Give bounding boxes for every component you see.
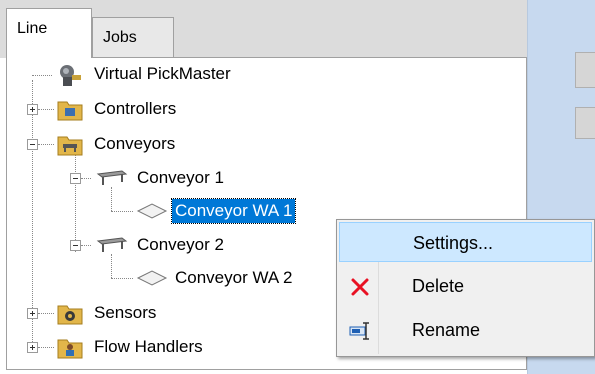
tree-line — [111, 278, 133, 279]
menu-item-rename[interactable]: Rename — [339, 310, 592, 350]
tree-line — [75, 152, 76, 252]
menu-item-delete[interactable]: Delete — [339, 266, 592, 306]
tree-node-conveyor-wa-2[interactable]: Conveyor WA 2 — [136, 266, 295, 290]
tree-line — [111, 211, 133, 212]
tree-node-flow-handlers[interactable]: Flow Handlers — [57, 335, 206, 359]
workarea-icon — [136, 270, 168, 286]
tree-node-virtual-pickmaster[interactable]: Virtual PickMaster — [57, 62, 234, 86]
tree-line — [38, 347, 54, 348]
conveyor-icon — [96, 170, 128, 185]
tree-line — [81, 245, 91, 246]
tree-line — [38, 144, 54, 145]
context-menu: Settings... Delete Rename — [336, 219, 595, 357]
flow-handler-icon — [57, 339, 83, 359]
conveyor-icon — [96, 237, 128, 252]
collapse-conveyor2-icon[interactable] — [70, 240, 81, 251]
tree-node-controllers[interactable]: Controllers — [57, 97, 179, 121]
tree-line — [32, 75, 52, 76]
menu-item-settings[interactable]: Settings... — [339, 222, 592, 262]
tree-line — [111, 254, 112, 278]
tree-node-conveyor-1[interactable]: Conveyor 1 — [94, 166, 227, 190]
tree-node-sensors[interactable]: Sensors — [57, 301, 159, 325]
expand-controllers-icon[interactable] — [27, 104, 38, 115]
tab-line[interactable]: Line — [6, 8, 92, 58]
x-icon — [351, 278, 369, 296]
robot-icon — [60, 65, 81, 86]
tree-node-conveyor-wa-1[interactable]: Conveyor WA 1 — [136, 198, 297, 224]
sensor-icon — [57, 305, 83, 325]
tree-node-conveyor-2[interactable]: Conveyor 2 — [94, 233, 227, 257]
workarea-icon — [136, 203, 168, 219]
collapse-conveyor1-icon[interactable] — [70, 173, 81, 184]
folder-icon — [57, 136, 83, 156]
tree-line — [38, 313, 54, 314]
expand-sensors-icon[interactable] — [27, 308, 38, 319]
tree-line — [111, 187, 112, 211]
folder-icon — [57, 101, 83, 121]
rename-icon — [349, 322, 369, 340]
tree-line — [38, 109, 54, 110]
tree-line — [81, 178, 91, 179]
expand-flow-handlers-icon[interactable] — [27, 342, 38, 353]
tree-node-conveyors[interactable]: Conveyors — [57, 132, 178, 156]
collapse-conveyors-icon[interactable] — [27, 139, 38, 150]
